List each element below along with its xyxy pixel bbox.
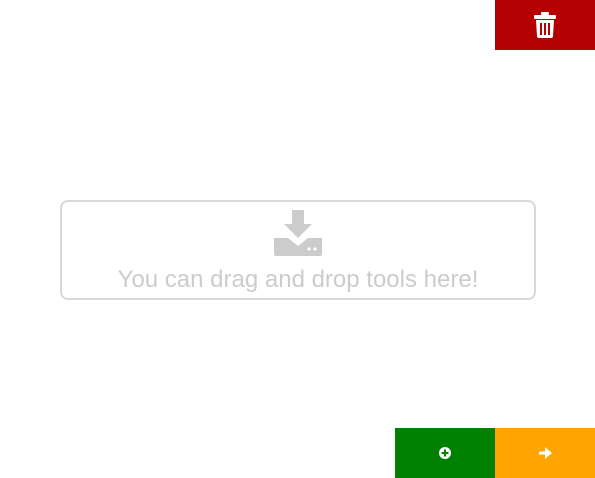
- add-tool-button[interactable]: [395, 428, 495, 478]
- delete-button[interactable]: [495, 0, 595, 50]
- trash-icon: [534, 12, 556, 38]
- arrow-right-icon: [538, 447, 552, 459]
- next-button[interactable]: [495, 428, 595, 478]
- download-drive-icon: [274, 210, 322, 256]
- drop-zone-message: You can drag and drop tools here!: [117, 266, 479, 293]
- plus-circle-icon: [439, 447, 451, 459]
- tool-drop-zone[interactable]: You can drag and drop tools here!: [60, 200, 536, 300]
